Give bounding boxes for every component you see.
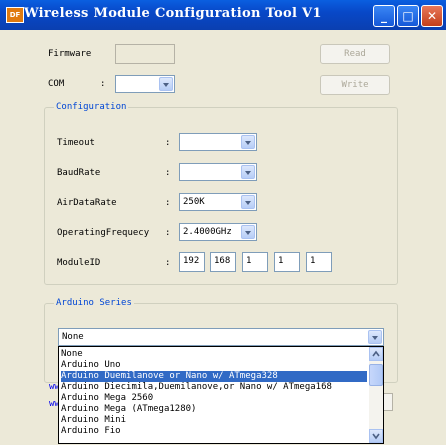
frequency-value: 2.4000GHz <box>183 227 232 237</box>
moduleid-colon: : <box>165 258 171 268</box>
com-colon: : <box>100 79 106 89</box>
dropdown-option[interactable]: Arduino Uno <box>61 360 121 371</box>
moduleid-field-5[interactable]: 1 <box>306 252 332 272</box>
dropdown-option-selected[interactable]: Arduino Duemilanove or Nano w/ ATmega328 <box>61 371 367 382</box>
chevron-down-icon[interactable] <box>368 330 382 344</box>
scroll-down-button[interactable] <box>369 429 383 443</box>
minimize-button[interactable]: _ <box>373 5 395 27</box>
dropdown-option[interactable]: Arduino Mini <box>61 415 126 426</box>
moduleid-field-3[interactable]: 1 <box>242 252 268 272</box>
moduleid-label: ModuleID <box>57 258 101 268</box>
chevron-down-icon <box>372 433 380 440</box>
chevron-down-icon[interactable] <box>241 165 255 179</box>
scroll-up-button[interactable] <box>369 347 383 361</box>
frequency-select[interactable]: 2.4000GHz <box>179 223 257 241</box>
com-select[interactable] <box>115 75 175 93</box>
timeout-label: Timeout <box>57 138 95 148</box>
dropdown-option[interactable]: Arduino Diecimila,Duemilanove,or Nano w/… <box>61 382 332 393</box>
moduleid-field-4[interactable]: 1 <box>274 252 300 272</box>
chevron-down-icon[interactable] <box>241 135 255 149</box>
dropdown-scrollbar[interactable] <box>369 347 383 443</box>
airdatarate-label: AirDataRate <box>57 198 117 208</box>
baudrate-label: BaudRate <box>57 168 101 178</box>
moduleid-field-1[interactable]: 192 <box>179 252 205 272</box>
read-button[interactable]: Read <box>320 44 390 64</box>
frequency-colon: : <box>165 228 171 238</box>
maximize-button[interactable]: □ <box>397 5 419 27</box>
airdatarate-value: 250K <box>183 197 205 207</box>
chevron-down-icon[interactable] <box>241 225 255 239</box>
app-window: DF Wireless Module Configuration Tool V1… <box>0 0 446 445</box>
arduino-select-value: None <box>62 332 84 342</box>
chevron-up-icon <box>372 350 380 357</box>
firmware-label: Firmware <box>48 49 92 59</box>
airdatarate-colon: : <box>165 198 171 208</box>
hidden-button-edge <box>384 393 393 411</box>
baudrate-select[interactable] <box>179 163 257 181</box>
window-title: Wireless Module Configuration Tool V1 <box>24 6 322 21</box>
firmware-field <box>115 44 175 64</box>
baudrate-colon: : <box>165 168 171 178</box>
timeout-select[interactable] <box>179 133 257 151</box>
app-icon: DF <box>6 7 24 23</box>
airdatarate-select[interactable]: 250K <box>179 193 257 211</box>
configuration-legend: Configuration <box>54 102 129 112</box>
chevron-down-icon[interactable] <box>159 77 173 91</box>
dropdown-option[interactable]: None <box>61 349 83 360</box>
title-bar[interactable]: DF Wireless Module Configuration Tool V1… <box>0 0 446 30</box>
frequency-label: OperatingFrequecy <box>57 228 150 238</box>
close-button[interactable]: ✕ <box>421 5 443 27</box>
arduino-dropdown-list[interactable]: None Arduino Uno Arduino Duemilanove or … <box>58 346 384 444</box>
arduino-legend: Arduino Series <box>54 298 134 308</box>
timeout-colon: : <box>165 138 171 148</box>
arduino-select[interactable]: None <box>58 328 384 346</box>
dropdown-option[interactable]: Arduino Fio <box>61 426 121 437</box>
dropdown-option[interactable]: Arduino Mega (ATmega1280) <box>61 404 196 415</box>
write-button[interactable]: Write <box>320 75 390 95</box>
scroll-thumb[interactable] <box>369 364 383 386</box>
com-label: COM <box>48 79 65 89</box>
moduleid-field-2[interactable]: 168 <box>210 252 236 272</box>
chevron-down-icon[interactable] <box>241 195 255 209</box>
dropdown-option[interactable]: Arduino Mega 2560 <box>61 393 153 404</box>
